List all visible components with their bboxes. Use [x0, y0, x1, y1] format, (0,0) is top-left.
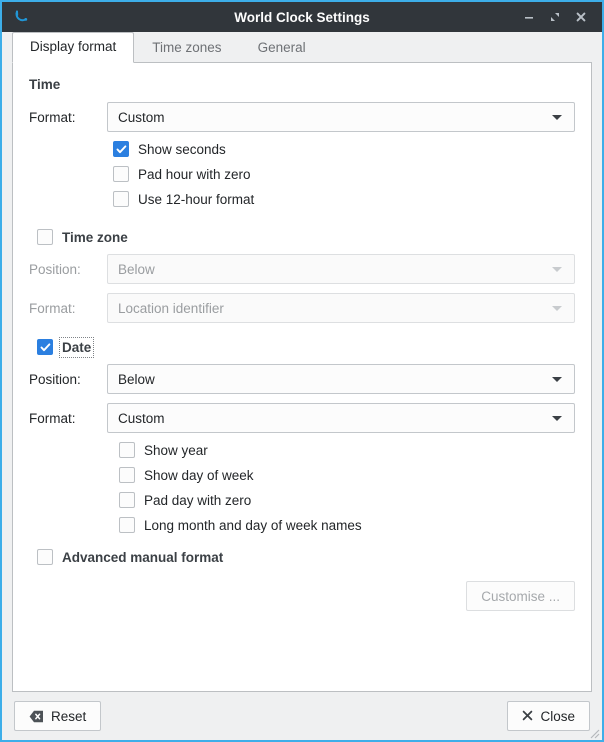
date-position-label: Position:	[29, 372, 107, 387]
display-format-panel: Time Format: Custom Show seconds Pad hou…	[12, 62, 592, 692]
date-position-row: Position: Below	[29, 364, 575, 394]
date-section-title: Date	[62, 340, 91, 355]
close-button-label: Close	[540, 709, 575, 724]
time-zone-position-value: Below	[118, 262, 552, 277]
time-zone-section-header[interactable]: Time zone	[29, 229, 575, 245]
minimize-icon[interactable]	[516, 4, 542, 30]
date-position-combobox[interactable]: Below	[107, 364, 575, 394]
date-checkbox[interactable]	[37, 339, 53, 355]
pad-day-with-zero-row[interactable]: Pad day with zero	[29, 492, 575, 508]
date-format-value: Custom	[118, 411, 552, 426]
chevron-down-icon	[552, 377, 562, 382]
chevron-down-icon	[552, 267, 562, 272]
chevron-down-icon	[552, 416, 562, 421]
tab-display-format-label: Display format	[30, 39, 116, 54]
pad-day-with-zero-label: Pad day with zero	[144, 493, 251, 508]
reset-button[interactable]: Reset	[14, 701, 101, 731]
tab-general-label: General	[258, 40, 306, 55]
time-zone-section-title: Time zone	[62, 230, 128, 245]
date-section-header[interactable]: Date	[29, 339, 575, 355]
show-year-checkbox[interactable]	[119, 442, 135, 458]
advanced-manual-format-row[interactable]: Advanced manual format	[29, 549, 575, 565]
show-seconds-checkbox[interactable]	[113, 141, 129, 157]
tab-display-format[interactable]: Display format	[12, 32, 134, 63]
time-format-label: Format:	[29, 110, 107, 125]
tab-bar: Display format Time zones General	[2, 32, 602, 62]
use-12-hour-format-row[interactable]: Use 12-hour format	[29, 191, 575, 207]
window-controls	[516, 2, 602, 32]
clock-swirl-icon	[6, 2, 36, 32]
show-day-of-week-row[interactable]: Show day of week	[29, 467, 575, 483]
use-12-hour-format-checkbox[interactable]	[113, 191, 129, 207]
maximize-icon[interactable]	[542, 4, 568, 30]
customise-button-label: Customise ...	[481, 589, 560, 604]
advanced-manual-format-checkbox[interactable]	[37, 549, 53, 565]
show-day-of-week-checkbox[interactable]	[119, 467, 135, 483]
time-zone-position-combobox: Below	[107, 254, 575, 284]
long-month-names-row[interactable]: Long month and day of week names	[29, 517, 575, 533]
clear-backspace-icon	[29, 710, 44, 723]
x-icon	[522, 709, 533, 724]
tab-time-zones-label: Time zones	[152, 40, 221, 55]
time-format-value: Custom	[118, 110, 552, 125]
reset-button-label: Reset	[51, 709, 86, 724]
pad-hour-with-zero-row[interactable]: Pad hour with zero	[29, 166, 575, 182]
chevron-down-icon	[552, 306, 562, 311]
close-button[interactable]: Close	[507, 701, 590, 731]
use-12-hour-format-label: Use 12-hour format	[138, 192, 254, 207]
pad-day-with-zero-checkbox[interactable]	[119, 492, 135, 508]
long-month-names-checkbox[interactable]	[119, 517, 135, 533]
long-month-names-label: Long month and day of week names	[144, 518, 362, 533]
time-format-combobox[interactable]: Custom	[107, 102, 575, 132]
date-format-label: Format:	[29, 411, 107, 426]
time-zone-format-label: Format:	[29, 301, 107, 316]
show-seconds-label: Show seconds	[138, 142, 226, 157]
show-year-row[interactable]: Show year	[29, 442, 575, 458]
time-zone-position-row: Position: Below	[29, 254, 575, 284]
time-zone-checkbox[interactable]	[37, 229, 53, 245]
customise-button-wrap: Customise ...	[29, 581, 575, 611]
time-zone-format-row: Format: Location identifier	[29, 293, 575, 323]
show-seconds-row[interactable]: Show seconds	[29, 141, 575, 157]
pad-hour-with-zero-label: Pad hour with zero	[138, 167, 251, 182]
show-day-of-week-label: Show day of week	[144, 468, 254, 483]
title-bar[interactable]: World Clock Settings	[2, 2, 602, 32]
show-year-label: Show year	[144, 443, 208, 458]
chevron-down-icon	[552, 115, 562, 120]
tab-general[interactable]: General	[240, 33, 324, 63]
bottom-bar: Reset Close	[2, 692, 602, 740]
date-format-row: Format: Custom	[29, 403, 575, 433]
time-zone-format-combobox: Location identifier	[107, 293, 575, 323]
time-zone-position-label: Position:	[29, 262, 107, 277]
window-title: World Clock Settings	[2, 10, 602, 25]
time-zone-format-value: Location identifier	[118, 301, 552, 316]
date-position-value: Below	[118, 372, 552, 387]
time-section-title: Time	[29, 77, 575, 92]
close-icon[interactable]	[568, 4, 594, 30]
advanced-manual-format-label: Advanced manual format	[62, 550, 223, 565]
tab-time-zones[interactable]: Time zones	[134, 33, 239, 63]
customise-button: Customise ...	[466, 581, 575, 611]
date-format-combobox[interactable]: Custom	[107, 403, 575, 433]
pad-hour-with-zero-checkbox[interactable]	[113, 166, 129, 182]
settings-window: World Clock Settings Display	[0, 0, 604, 742]
time-format-row: Format: Custom	[29, 102, 575, 132]
